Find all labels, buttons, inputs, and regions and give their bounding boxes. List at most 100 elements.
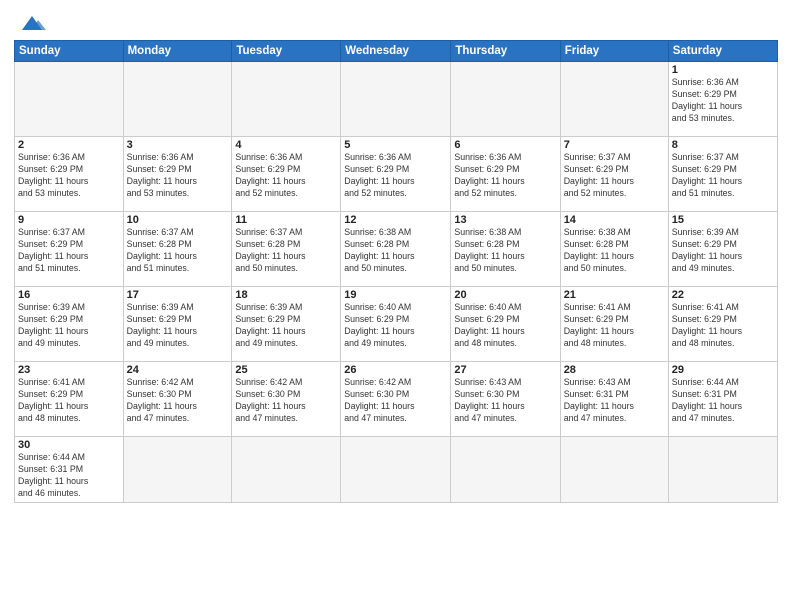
calendar-cell: 29Sunrise: 6:44 AM Sunset: 6:31 PM Dayli…: [668, 362, 777, 437]
day-info: Sunrise: 6:44 AM Sunset: 6:31 PM Dayligh…: [672, 377, 774, 425]
calendar-cell: 19Sunrise: 6:40 AM Sunset: 6:29 PM Dayli…: [341, 287, 451, 362]
calendar-header-saturday: Saturday: [668, 41, 777, 62]
header: [14, 12, 778, 34]
calendar-cell: [232, 62, 341, 137]
calendar-cell: 17Sunrise: 6:39 AM Sunset: 6:29 PM Dayli…: [123, 287, 232, 362]
day-info: Sunrise: 6:43 AM Sunset: 6:30 PM Dayligh…: [454, 377, 556, 425]
day-info: Sunrise: 6:38 AM Sunset: 6:28 PM Dayligh…: [344, 227, 447, 275]
day-number: 22: [672, 289, 774, 301]
day-number: 12: [344, 214, 447, 226]
day-number: 13: [454, 214, 556, 226]
day-number: 7: [564, 139, 665, 151]
day-info: Sunrise: 6:39 AM Sunset: 6:29 PM Dayligh…: [127, 302, 229, 350]
calendar-header-row: SundayMondayTuesdayWednesdayThursdayFrid…: [15, 41, 778, 62]
day-info: Sunrise: 6:39 AM Sunset: 6:29 PM Dayligh…: [18, 302, 120, 350]
calendar-cell: 28Sunrise: 6:43 AM Sunset: 6:31 PM Dayli…: [560, 362, 668, 437]
calendar-cell: 8Sunrise: 6:37 AM Sunset: 6:29 PM Daylig…: [668, 137, 777, 212]
day-info: Sunrise: 6:37 AM Sunset: 6:29 PM Dayligh…: [564, 152, 665, 200]
calendar-header-monday: Monday: [123, 41, 232, 62]
calendar-week-4: 16Sunrise: 6:39 AM Sunset: 6:29 PM Dayli…: [15, 287, 778, 362]
calendar-week-5: 23Sunrise: 6:41 AM Sunset: 6:29 PM Dayli…: [15, 362, 778, 437]
calendar-header-wednesday: Wednesday: [341, 41, 451, 62]
day-number: 11: [235, 214, 337, 226]
calendar-cell: [451, 437, 560, 503]
calendar-cell: 6Sunrise: 6:36 AM Sunset: 6:29 PM Daylig…: [451, 137, 560, 212]
calendar-week-1: 1Sunrise: 6:36 AM Sunset: 6:29 PM Daylig…: [15, 62, 778, 137]
calendar-cell: 13Sunrise: 6:38 AM Sunset: 6:28 PM Dayli…: [451, 212, 560, 287]
calendar-cell: 2Sunrise: 6:36 AM Sunset: 6:29 PM Daylig…: [15, 137, 124, 212]
day-number: 14: [564, 214, 665, 226]
calendar-header-friday: Friday: [560, 41, 668, 62]
day-info: Sunrise: 6:41 AM Sunset: 6:29 PM Dayligh…: [564, 302, 665, 350]
logo-icon: [18, 12, 46, 34]
calendar-cell: 27Sunrise: 6:43 AM Sunset: 6:30 PM Dayli…: [451, 362, 560, 437]
day-info: Sunrise: 6:44 AM Sunset: 6:31 PM Dayligh…: [18, 452, 120, 500]
day-info: Sunrise: 6:36 AM Sunset: 6:29 PM Dayligh…: [235, 152, 337, 200]
day-number: 29: [672, 364, 774, 376]
calendar-cell: 1Sunrise: 6:36 AM Sunset: 6:29 PM Daylig…: [668, 62, 777, 137]
calendar-cell: 22Sunrise: 6:41 AM Sunset: 6:29 PM Dayli…: [668, 287, 777, 362]
calendar-week-2: 2Sunrise: 6:36 AM Sunset: 6:29 PM Daylig…: [15, 137, 778, 212]
page: SundayMondayTuesdayWednesdayThursdayFrid…: [0, 0, 792, 612]
calendar-cell: 24Sunrise: 6:42 AM Sunset: 6:30 PM Dayli…: [123, 362, 232, 437]
day-number: 21: [564, 289, 665, 301]
calendar-cell: [341, 437, 451, 503]
day-number: 4: [235, 139, 337, 151]
day-number: 15: [672, 214, 774, 226]
day-info: Sunrise: 6:36 AM Sunset: 6:29 PM Dayligh…: [18, 152, 120, 200]
calendar-cell: [668, 437, 777, 503]
day-info: Sunrise: 6:39 AM Sunset: 6:29 PM Dayligh…: [672, 227, 774, 275]
calendar-cell: 25Sunrise: 6:42 AM Sunset: 6:30 PM Dayli…: [232, 362, 341, 437]
calendar-cell: [232, 437, 341, 503]
day-number: 9: [18, 214, 120, 226]
day-info: Sunrise: 6:41 AM Sunset: 6:29 PM Dayligh…: [672, 302, 774, 350]
day-number: 20: [454, 289, 556, 301]
calendar-table: SundayMondayTuesdayWednesdayThursdayFrid…: [14, 40, 778, 503]
calendar-cell: [451, 62, 560, 137]
day-number: 6: [454, 139, 556, 151]
calendar-cell: 3Sunrise: 6:36 AM Sunset: 6:29 PM Daylig…: [123, 137, 232, 212]
day-info: Sunrise: 6:38 AM Sunset: 6:28 PM Dayligh…: [454, 227, 556, 275]
day-number: 16: [18, 289, 120, 301]
day-info: Sunrise: 6:40 AM Sunset: 6:29 PM Dayligh…: [454, 302, 556, 350]
calendar-cell: 23Sunrise: 6:41 AM Sunset: 6:29 PM Dayli…: [15, 362, 124, 437]
day-info: Sunrise: 6:39 AM Sunset: 6:29 PM Dayligh…: [235, 302, 337, 350]
day-info: Sunrise: 6:37 AM Sunset: 6:29 PM Dayligh…: [672, 152, 774, 200]
calendar-header-sunday: Sunday: [15, 41, 124, 62]
day-info: Sunrise: 6:43 AM Sunset: 6:31 PM Dayligh…: [564, 377, 665, 425]
calendar-cell: 21Sunrise: 6:41 AM Sunset: 6:29 PM Dayli…: [560, 287, 668, 362]
day-number: 30: [18, 439, 120, 451]
day-info: Sunrise: 6:37 AM Sunset: 6:28 PM Dayligh…: [127, 227, 229, 275]
day-number: 27: [454, 364, 556, 376]
calendar-cell: [560, 437, 668, 503]
day-info: Sunrise: 6:37 AM Sunset: 6:28 PM Dayligh…: [235, 227, 337, 275]
day-number: 25: [235, 364, 337, 376]
day-info: Sunrise: 6:36 AM Sunset: 6:29 PM Dayligh…: [454, 152, 556, 200]
calendar-cell: 5Sunrise: 6:36 AM Sunset: 6:29 PM Daylig…: [341, 137, 451, 212]
calendar-cell: 16Sunrise: 6:39 AM Sunset: 6:29 PM Dayli…: [15, 287, 124, 362]
calendar-week-6: 30Sunrise: 6:44 AM Sunset: 6:31 PM Dayli…: [15, 437, 778, 503]
calendar-header-thursday: Thursday: [451, 41, 560, 62]
day-info: Sunrise: 6:36 AM Sunset: 6:29 PM Dayligh…: [127, 152, 229, 200]
calendar-cell: 26Sunrise: 6:42 AM Sunset: 6:30 PM Dayli…: [341, 362, 451, 437]
logo: [14, 12, 46, 34]
day-number: 10: [127, 214, 229, 226]
calendar-cell: [560, 62, 668, 137]
calendar-cell: 11Sunrise: 6:37 AM Sunset: 6:28 PM Dayli…: [232, 212, 341, 287]
day-number: 28: [564, 364, 665, 376]
day-info: Sunrise: 6:42 AM Sunset: 6:30 PM Dayligh…: [344, 377, 447, 425]
calendar-cell: 7Sunrise: 6:37 AM Sunset: 6:29 PM Daylig…: [560, 137, 668, 212]
calendar-cell: [123, 62, 232, 137]
day-number: 2: [18, 139, 120, 151]
day-info: Sunrise: 6:41 AM Sunset: 6:29 PM Dayligh…: [18, 377, 120, 425]
day-info: Sunrise: 6:42 AM Sunset: 6:30 PM Dayligh…: [127, 377, 229, 425]
day-info: Sunrise: 6:40 AM Sunset: 6:29 PM Dayligh…: [344, 302, 447, 350]
calendar-cell: 12Sunrise: 6:38 AM Sunset: 6:28 PM Dayli…: [341, 212, 451, 287]
calendar-cell: 30Sunrise: 6:44 AM Sunset: 6:31 PM Dayli…: [15, 437, 124, 503]
day-number: 18: [235, 289, 337, 301]
day-number: 3: [127, 139, 229, 151]
day-number: 5: [344, 139, 447, 151]
day-number: 1: [672, 64, 774, 76]
calendar-cell: 14Sunrise: 6:38 AM Sunset: 6:28 PM Dayli…: [560, 212, 668, 287]
day-info: Sunrise: 6:36 AM Sunset: 6:29 PM Dayligh…: [672, 77, 774, 125]
